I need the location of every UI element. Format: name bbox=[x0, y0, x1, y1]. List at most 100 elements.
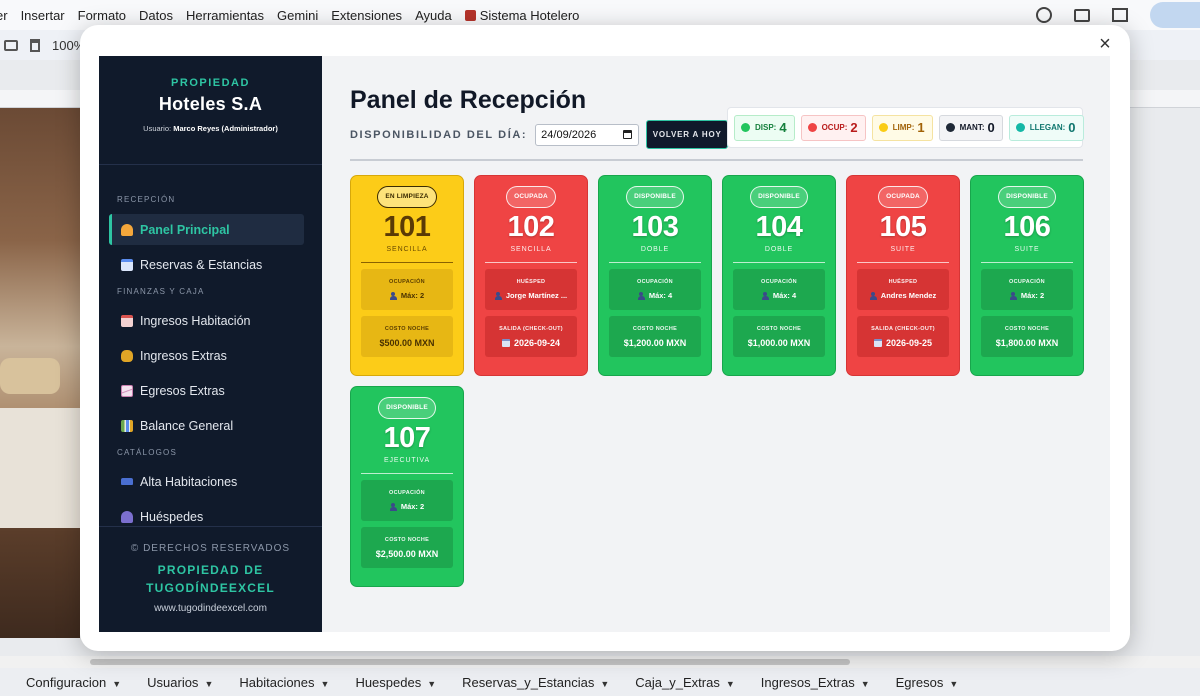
sheet-tab[interactable]: Caja_y_Extras ▼ bbox=[622, 675, 747, 690]
scrollbar-thumb[interactable] bbox=[90, 659, 850, 665]
stat-label: DISP: bbox=[755, 123, 777, 132]
menu-item[interactable]: er bbox=[0, 8, 8, 23]
info-value: Andres Mendez bbox=[869, 291, 937, 300]
sheet-tab[interactable]: Configuracion ▼ bbox=[0, 675, 134, 690]
room-number: 101 bbox=[383, 211, 431, 243]
info-title: OCUPACIÓN bbox=[389, 490, 425, 496]
history-icon[interactable] bbox=[1036, 7, 1052, 23]
calendar-icon[interactable] bbox=[623, 130, 633, 139]
room-type: EJECUTIVA bbox=[383, 457, 431, 464]
nav-label: Panel Principal bbox=[140, 222, 230, 237]
info-box: SALIDA (CHECK-OUT) 2026-09-25 bbox=[857, 316, 949, 357]
room-card-103[interactable]: DISPONIBLE 103 DOBLE OCUPACIÓN Máx: 4 CO… bbox=[598, 175, 712, 376]
info-value: Jorge Martínez ... bbox=[494, 291, 567, 300]
sheet-tab-label: Egresos bbox=[895, 674, 944, 690]
room-number: 102 bbox=[507, 211, 555, 243]
info-title: COSTO NOCHE bbox=[756, 325, 802, 332]
room-card-106[interactable]: DISPONIBLE 106 SUITE OCUPACIÓN Máx: 2 CO… bbox=[970, 175, 1084, 376]
info-value-text: Máx: 4 bbox=[772, 291, 797, 300]
menu-insertar[interactable]: Insertar bbox=[21, 8, 65, 23]
paint-format-icon[interactable] bbox=[30, 38, 40, 52]
card-divider bbox=[981, 262, 1073, 263]
nav-section-finanzas: FINANZAS Y CAJA bbox=[117, 287, 205, 296]
caret-down-icon: ▼ bbox=[320, 678, 330, 689]
date-input[interactable]: 24/09/2026 bbox=[535, 123, 640, 146]
info-title: OCUPACIÓN bbox=[637, 279, 673, 285]
card-divider bbox=[361, 262, 453, 263]
info-value-text: Máx: 4 bbox=[648, 291, 673, 300]
room-card-102[interactable]: OCUPADA 102 SENCILLA HUÉSPED Jorge Martí… bbox=[474, 175, 588, 376]
sheet-tabs: Configuracion ▼ Usuarios ▼ Habitaciones ▼ H… bbox=[0, 668, 1200, 696]
nav-panel-principal[interactable]: Panel Principal bbox=[109, 214, 304, 245]
menu-sistema-hotelero[interactable]: Sistema Hotelero bbox=[464, 8, 593, 23]
stat-label: LLEGAN: bbox=[1029, 123, 1066, 132]
share-button[interactable] bbox=[1150, 2, 1200, 28]
menu-ayuda[interactable]: Ayuda bbox=[415, 8, 452, 23]
nav-alta-habitaciones[interactable]: Alta Habitaciones bbox=[109, 466, 304, 497]
room-number: 106 bbox=[1003, 211, 1051, 243]
main-panel: Panel de Recepción DISPONIBILIDAD DEL DÍ… bbox=[322, 56, 1110, 632]
info-title: OCUPACIÓN bbox=[761, 279, 797, 285]
room-card-104[interactable]: DISPONIBLE 104 DOBLE OCUPACIÓN Máx: 4 CO… bbox=[722, 175, 836, 376]
sheet-tab[interactable]: Huespedes ▼ bbox=[342, 675, 449, 690]
info-value: 2026-09-25 bbox=[873, 338, 932, 348]
room-card-107[interactable]: DISPONIBLE 107 EJECUTIVA OCUPACIÓN Máx: … bbox=[350, 386, 464, 587]
sheet-tab-label: Huespedes bbox=[355, 674, 422, 690]
info-box: OCUPACIÓN Máx: 2 bbox=[361, 269, 453, 310]
nav-label: Egresos Extras bbox=[140, 383, 225, 398]
brand-kicker: PROPIEDAD bbox=[171, 77, 250, 89]
website-link[interactable]: www.tugodindeexcel.com bbox=[99, 603, 322, 614]
status-badge: OCUPADA bbox=[506, 186, 556, 208]
info-title: HUÉSPED bbox=[516, 279, 546, 285]
sheet-tab[interactable]: Ingresos_Extras ▼ bbox=[748, 675, 883, 690]
menu-herramientas[interactable]: Herramientas bbox=[186, 8, 264, 23]
card-divider bbox=[857, 262, 949, 263]
person-icon bbox=[869, 291, 877, 300]
info-value: $1,000.00 MXN bbox=[747, 337, 811, 348]
nav-label: Ingresos Extras bbox=[140, 348, 227, 363]
nav-ingresos-habitacion[interactable]: Ingresos Habitación bbox=[109, 305, 304, 336]
stat-mantenimiento: MANT: 0 bbox=[938, 114, 1003, 141]
sheet-tab[interactable]: Egresos ▼ bbox=[883, 675, 972, 690]
room-card-105[interactable]: OCUPADA 105 SUITE HUÉSPED Andres Mendez … bbox=[846, 175, 960, 376]
date-row: DISPONIBILIDAD DEL DÍA: 24/09/2026 VOLVE… bbox=[350, 120, 729, 149]
nav-reservas[interactable]: Reservas & Estancias bbox=[109, 249, 304, 280]
info-box: OCUPACIÓN Máx: 2 bbox=[981, 269, 1073, 310]
present-icon[interactable] bbox=[1112, 8, 1128, 22]
print-icon[interactable] bbox=[4, 39, 18, 51]
close-icon[interactable]: × bbox=[1094, 33, 1116, 55]
menu-gemini[interactable]: Gemini bbox=[277, 8, 318, 23]
info-value-text: Máx: 2 bbox=[1020, 291, 1045, 300]
room-card-101[interactable]: EN LIMPIEZA 101 SENCILLA OCUPACIÓN Máx: … bbox=[350, 175, 464, 376]
info-box: HUÉSPED Jorge Martínez ... bbox=[485, 269, 577, 310]
info-value: Máx: 4 bbox=[637, 291, 673, 300]
person-icon bbox=[389, 502, 397, 511]
caret-down-icon: ▼ bbox=[204, 678, 214, 689]
menu-datos[interactable]: Datos bbox=[139, 8, 173, 23]
user-name: Marco Reyes (Administrador) bbox=[173, 124, 278, 133]
sheet-tab[interactable]: Reservas_y_Estancias ▼ bbox=[449, 675, 622, 690]
person-icon bbox=[389, 291, 397, 300]
info-box: OCUPACIÓN Máx: 2 bbox=[361, 480, 453, 521]
nav-ingresos-extras[interactable]: Ingresos Extras bbox=[109, 340, 304, 371]
info-title: COSTO NOCHE bbox=[384, 325, 430, 332]
nav-label: Ingresos Habitación bbox=[140, 313, 251, 328]
comments-icon[interactable] bbox=[1074, 8, 1090, 22]
chart-down-icon bbox=[121, 384, 133, 397]
nav-balance-general[interactable]: Balance General bbox=[109, 410, 304, 441]
info-box: HUÉSPED Andres Mendez bbox=[857, 269, 949, 310]
horizontal-scrollbar[interactable] bbox=[0, 656, 1200, 668]
sheet-tab[interactable]: Habitaciones ▼ bbox=[226, 675, 342, 690]
sheet-tab[interactable]: Usuarios ▼ bbox=[134, 675, 226, 690]
info-box: COSTO NOCHE $2,500.00 MXN bbox=[361, 527, 453, 568]
status-summary: DISP: 4 OCUP: 2 LIMP: 1 MANT: 0 LLEGAN: … bbox=[727, 107, 1084, 148]
info-value-text: Andres Mendez bbox=[880, 291, 937, 300]
info-title: OCUPACIÓN bbox=[389, 279, 425, 285]
back-to-today-button[interactable]: VOLVER A HOY bbox=[646, 120, 729, 149]
nav-egresos-extras[interactable]: Egresos Extras bbox=[109, 375, 304, 406]
menu-formato[interactable]: Formato bbox=[78, 8, 126, 23]
person-icon bbox=[494, 291, 502, 300]
info-title: COSTO NOCHE bbox=[384, 536, 430, 543]
nav-section-recepcion: RECEPCIÓN bbox=[117, 195, 176, 204]
menu-extensiones[interactable]: Extensiones bbox=[331, 8, 402, 23]
